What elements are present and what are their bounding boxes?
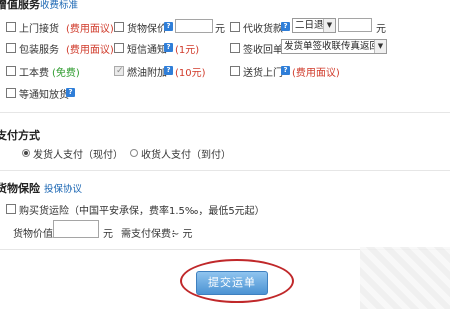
goods-insured-checkbox[interactable] [114, 22, 124, 32]
payment-receiver-radio[interactable] [130, 149, 138, 157]
sms-checkbox[interactable] [114, 43, 124, 53]
cod-amount-input[interactable] [338, 18, 372, 32]
goods-insured-unit: 元 [215, 24, 225, 35]
pickup-label: 上门接货 [19, 24, 59, 35]
sms-note: (1元) [175, 45, 200, 56]
cod-select[interactable]: 二日退 ▼ [292, 18, 336, 33]
payment-sender-radio[interactable] [22, 149, 30, 157]
value-added-title: 增值服务 [0, 0, 40, 11]
chevron-down-icon: ▼ [374, 40, 386, 53]
fuel-checkbox[interactable] [114, 66, 124, 76]
fuel-label: 燃油附加 [127, 68, 167, 79]
workday-label: 工本费 [19, 68, 49, 79]
receipt-checkbox[interactable] [230, 43, 240, 53]
payment-receiver-label: 收货人支付（到付） [141, 150, 231, 161]
packing-label: 包装服务 [19, 45, 59, 56]
wait-notify-label: 等通知放货 [19, 90, 69, 101]
delivery-note: (费用面议) [292, 68, 340, 79]
divider [0, 112, 450, 113]
cod-select-value: 二日退 [295, 20, 324, 31]
receipt-select[interactable]: 发货单签收联传真返回 ▼ [281, 39, 387, 54]
goods-insured-label: 货物保价 [127, 24, 167, 35]
workday-checkbox[interactable] [6, 66, 16, 76]
cod-unit: 元 [376, 24, 386, 35]
delivery-help-icon[interactable]: ? [281, 66, 290, 75]
highlight-circle [180, 259, 294, 303]
packing-checkbox[interactable] [6, 43, 16, 53]
pickup-checkbox[interactable] [6, 22, 16, 32]
divider [0, 170, 450, 171]
workday-note: (免费) [52, 68, 80, 79]
buy-insurance-checkbox[interactable] [6, 204, 16, 214]
goods-value-unit: 元 [103, 229, 113, 240]
cod-checkbox[interactable] [230, 22, 240, 32]
packing-note: (费用面议) [66, 45, 114, 56]
goods-value-label: 货物价值 [13, 229, 53, 240]
watermark-blur [360, 247, 450, 309]
fee-standard-link[interactable]: 收费标准 [40, 0, 78, 11]
insurance-title: 货物保险 [0, 182, 40, 195]
fuel-note: (10元) [175, 68, 206, 79]
delivery-label: 送货上门 [243, 68, 283, 79]
chevron-down-icon: ▼ [323, 19, 335, 32]
goods-insured-help-icon[interactable]: ? [164, 22, 173, 31]
sms-help-icon[interactable]: ? [164, 43, 173, 52]
receipt-select-value: 发货单签收联传真返回 [284, 41, 380, 52]
receipt-label: 签收回单 [243, 45, 283, 56]
cod-label: 代收货款 [243, 24, 283, 35]
sms-label: 短信通知 [127, 45, 167, 56]
goods-insured-input[interactable] [175, 19, 213, 33]
delivery-checkbox[interactable] [230, 66, 240, 76]
cod-help-icon[interactable]: ? [281, 22, 290, 31]
payment-sender-label: 发货人支付（现付） [33, 150, 123, 161]
buy-insurance-label: 购买货运险（中国平安承保，费率1.5‰，最低5元起） [19, 206, 265, 217]
goods-value-input[interactable] [53, 220, 99, 238]
fuel-help-icon[interactable]: ? [164, 66, 173, 75]
payment-title: 支付方式 [0, 129, 40, 142]
wait-notify-checkbox[interactable] [6, 88, 16, 98]
pickup-note: (费用面议) [66, 24, 114, 35]
insurance-agreement-link[interactable]: 投保协议 [44, 181, 82, 195]
premium-value: ~ 元 [171, 229, 193, 240]
wait-notify-help-icon[interactable]: ? [66, 88, 75, 97]
